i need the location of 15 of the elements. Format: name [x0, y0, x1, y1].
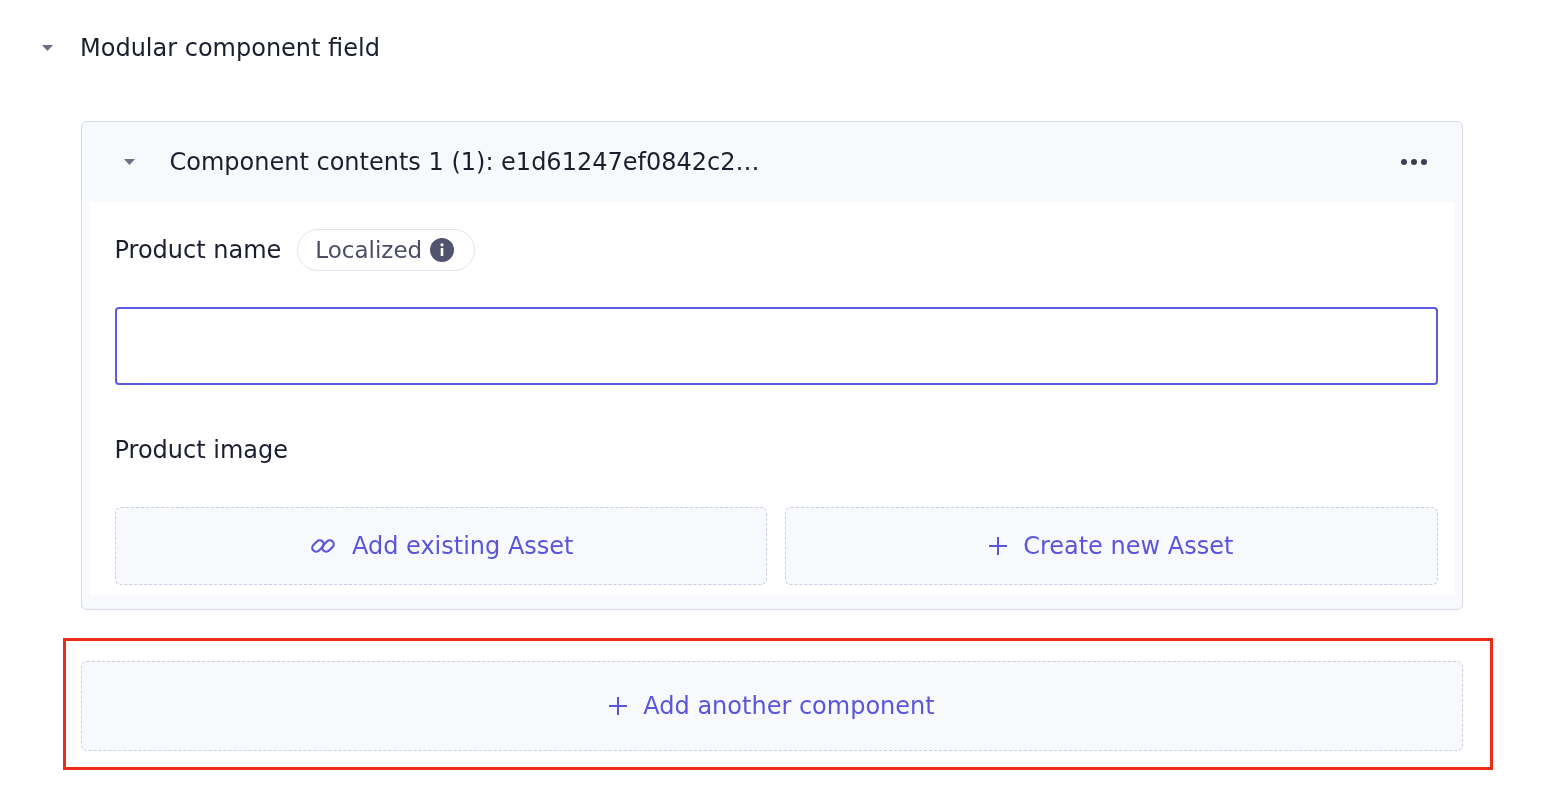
section-title: Modular component field: [80, 33, 380, 64]
text-input[interactable]: [114, 307, 1438, 385]
plus-icon: [989, 537, 1008, 555]
info-icon[interactable]: [430, 238, 455, 262]
add-existing-button[interactable]: Add existing Asset: [114, 507, 767, 585]
field-label: Product name: [114, 235, 282, 266]
badge-label: Localized: [315, 236, 423, 265]
plus-icon: [609, 696, 628, 715]
caret-icon[interactable]: [42, 45, 53, 51]
create-new-button[interactable]: Create new Asset: [785, 507, 1438, 585]
add-component-button[interactable]: Add another component: [81, 660, 1463, 751]
caret-icon[interactable]: [123, 159, 135, 165]
field-label: Product image: [114, 435, 288, 466]
component-title: Component contents 1 (1): e1d61247ef0842c2…: [169, 147, 760, 178]
more-icon[interactable]: [1400, 159, 1427, 165]
